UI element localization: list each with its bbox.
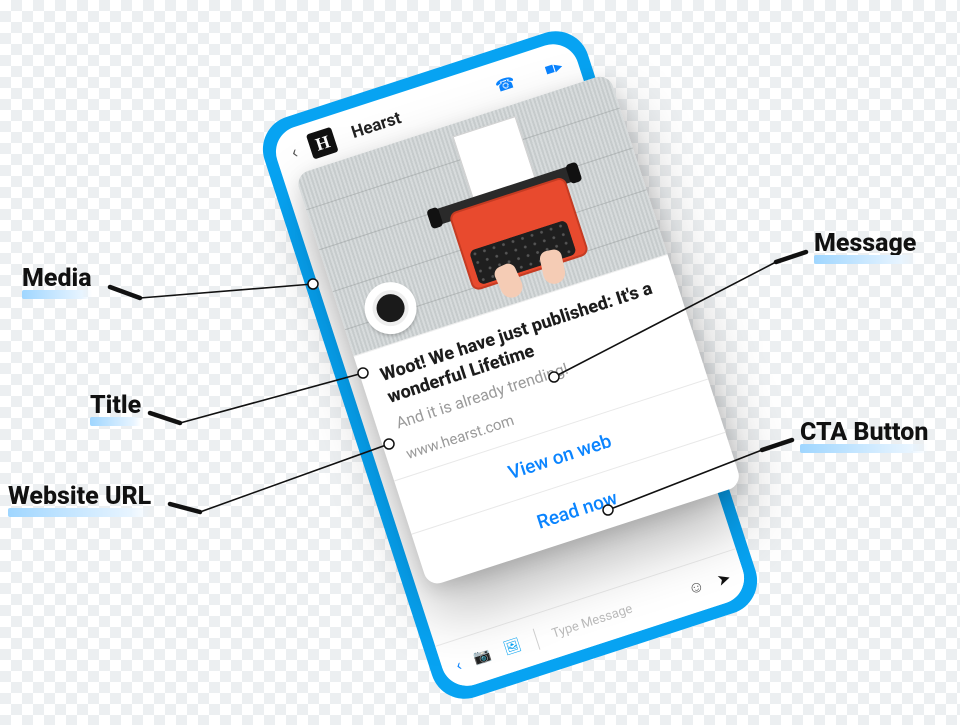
brand-name: Hearst [349, 108, 404, 143]
divider [533, 629, 541, 650]
phone-stage: ‹ H Hearst ☎ ■▸ ‹ 📷 🖼 Type Message ☺ ➤ [254, 22, 766, 707]
emoji-icon[interactable]: ☺ [685, 575, 707, 599]
video-icon[interactable]: ■▸ [542, 56, 565, 80]
typewriter-graphic [414, 113, 603, 302]
label-url: Website URL [8, 482, 151, 511]
camera-icon[interactable]: 📷 [472, 647, 494, 668]
label-cta: CTA Button [800, 418, 928, 447]
input-expand-icon[interactable]: ‹ [453, 655, 463, 675]
call-icon[interactable]: ☎ [493, 72, 518, 96]
send-icon[interactable]: ➤ [714, 567, 733, 589]
image-icon[interactable]: 🖼 [501, 637, 523, 658]
label-title: Title [90, 391, 141, 420]
coffee-cup-graphic [358, 275, 424, 341]
back-icon[interactable]: ‹ [289, 141, 301, 163]
label-media: Media [22, 264, 92, 293]
brand-logo: H [306, 127, 339, 160]
label-message: Message [814, 229, 916, 258]
